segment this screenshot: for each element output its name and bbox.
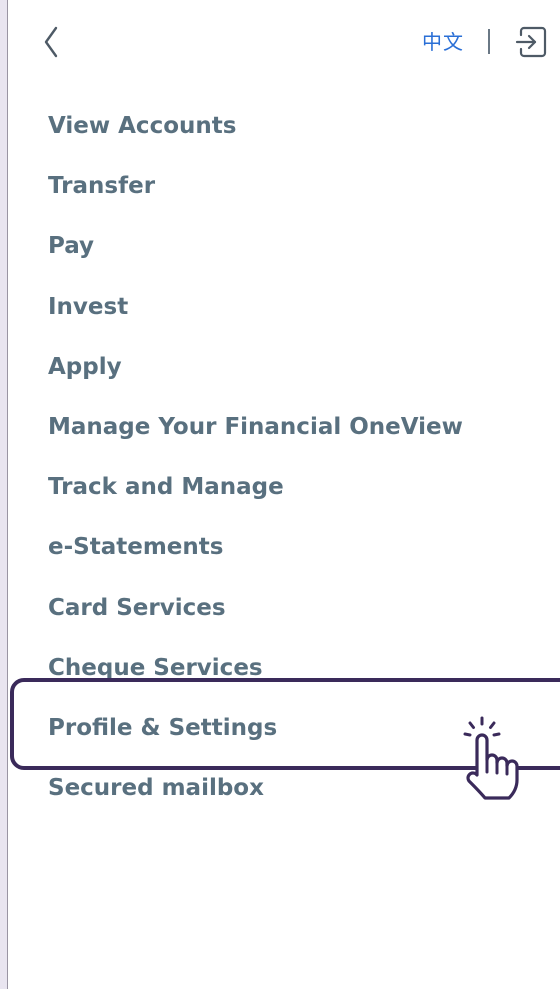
logout-button[interactable] bbox=[514, 24, 548, 60]
main-menu: View Accounts Transfer Pay Invest Apply … bbox=[0, 96, 560, 818]
header-divider bbox=[488, 29, 490, 54]
menu-item-profile-settings[interactable]: Profile & Settings bbox=[0, 698, 560, 758]
chevron-left-icon bbox=[44, 26, 58, 58]
menu-item-pay[interactable]: Pay bbox=[0, 216, 560, 276]
menu-item-financial-oneview[interactable]: Manage Your Financial OneView bbox=[0, 397, 560, 457]
menu-item-card-services[interactable]: Card Services bbox=[0, 578, 560, 638]
menu-item-view-accounts[interactable]: View Accounts bbox=[0, 96, 560, 156]
menu-item-e-statements[interactable]: e-Statements bbox=[0, 517, 560, 577]
menu-item-secured-mailbox[interactable]: Secured mailbox bbox=[0, 758, 560, 818]
menu-item-apply[interactable]: Apply bbox=[0, 337, 560, 397]
menu-item-invest[interactable]: Invest bbox=[0, 277, 560, 337]
back-button[interactable] bbox=[38, 24, 68, 60]
menu-item-transfer[interactable]: Transfer bbox=[0, 156, 560, 216]
language-toggle-link[interactable]: 中文 bbox=[422, 27, 464, 57]
menu-screen: 中文 View Accounts Transfer Pay Invest App… bbox=[0, 0, 560, 989]
menu-item-track-and-manage[interactable]: Track and Manage bbox=[0, 457, 560, 517]
logout-icon bbox=[515, 26, 547, 58]
header-bar: 中文 bbox=[0, 0, 560, 84]
menu-item-cheque-services[interactable]: Cheque Services bbox=[0, 638, 560, 698]
